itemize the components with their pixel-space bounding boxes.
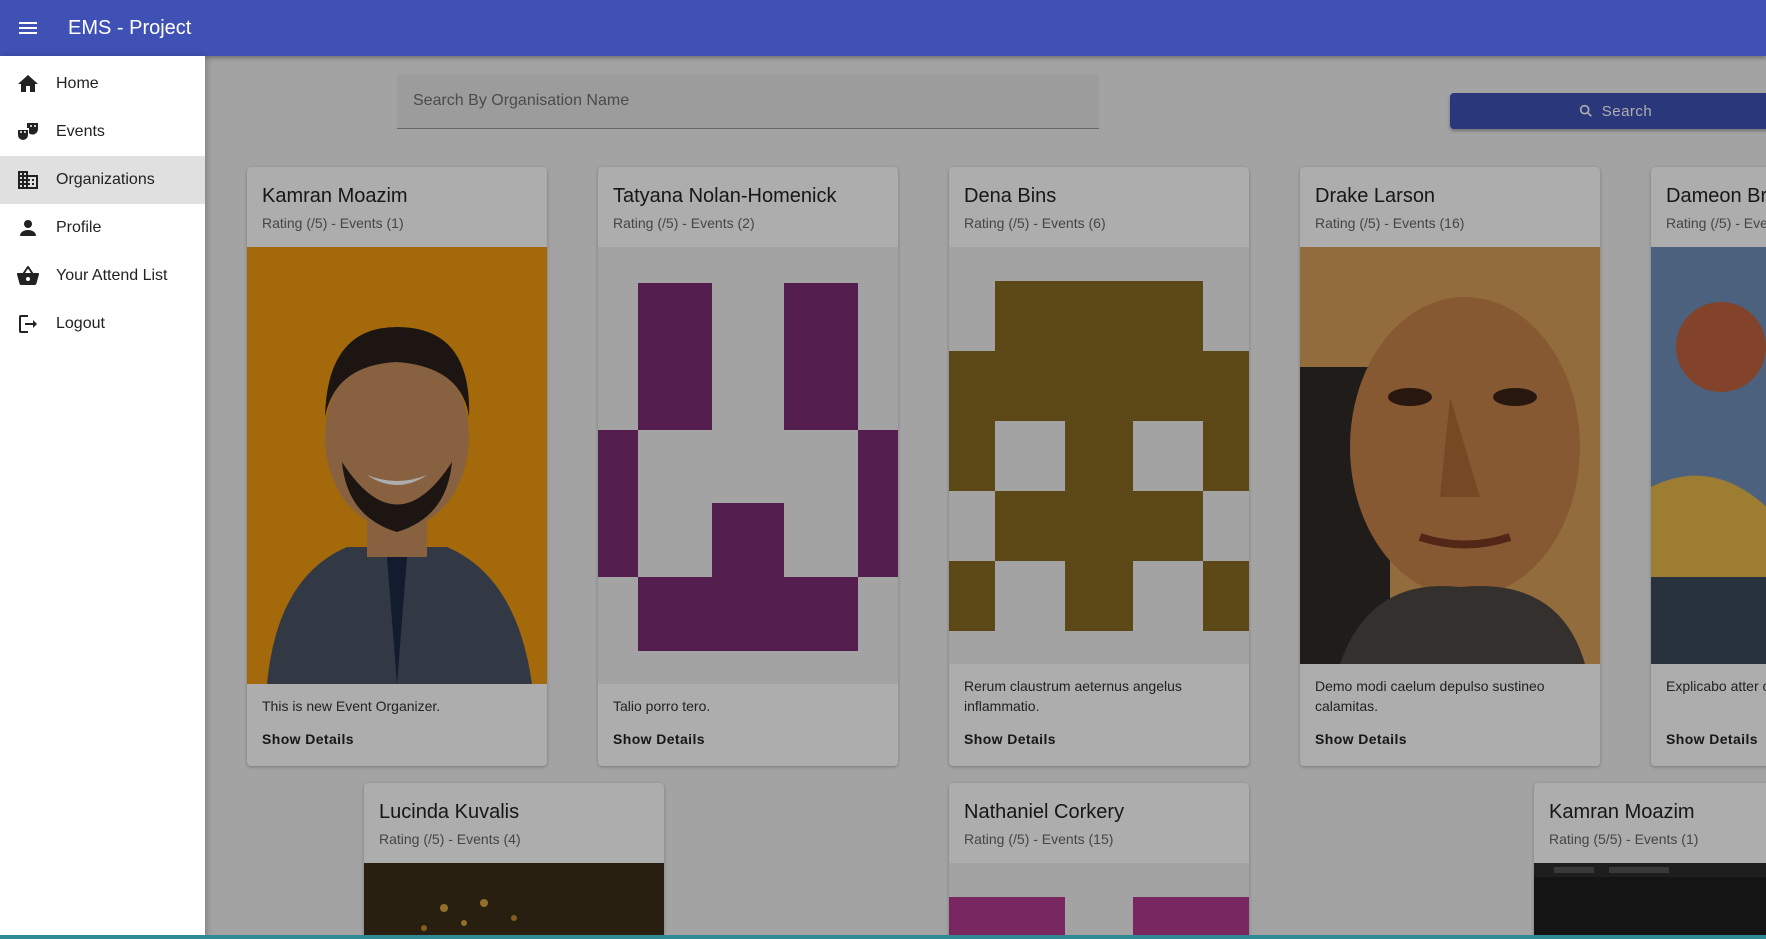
drawer-scrim[interactable] <box>0 56 1766 939</box>
theater-masks-icon <box>18 123 38 140</box>
basket-icon <box>16 266 40 286</box>
person-icon <box>20 220 36 236</box>
logout-icon <box>19 315 37 333</box>
menu-button[interactable] <box>0 0 56 56</box>
nav-item-label: Your Attend List <box>56 267 168 284</box>
business-icon <box>18 171 38 189</box>
nav-item-label: Logout <box>56 315 105 332</box>
nav-item-events[interactable]: Events <box>0 108 205 156</box>
nav-item-label: Events <box>56 123 105 140</box>
nav-item-organizations[interactable]: Organizations <box>0 156 205 204</box>
navigation-drawer: Home Events Organizations Profile Your A… <box>0 56 205 939</box>
nav-item-label: Home <box>56 75 99 92</box>
nav-item-logout[interactable]: Logout <box>0 300 205 348</box>
menu-icon <box>19 22 37 34</box>
nav-item-home[interactable]: Home <box>0 60 205 108</box>
nav-item-attend-list[interactable]: Your Attend List <box>0 252 205 300</box>
nav-item-label: Profile <box>56 219 102 236</box>
app-title: EMS - Project <box>68 16 192 39</box>
nav-item-profile[interactable]: Profile <box>0 204 205 252</box>
bottom-edge-bar <box>0 935 1766 939</box>
home-icon <box>18 75 38 92</box>
app-bar: EMS - Project <box>0 0 1766 56</box>
nav-item-label: Organizations <box>56 171 155 188</box>
